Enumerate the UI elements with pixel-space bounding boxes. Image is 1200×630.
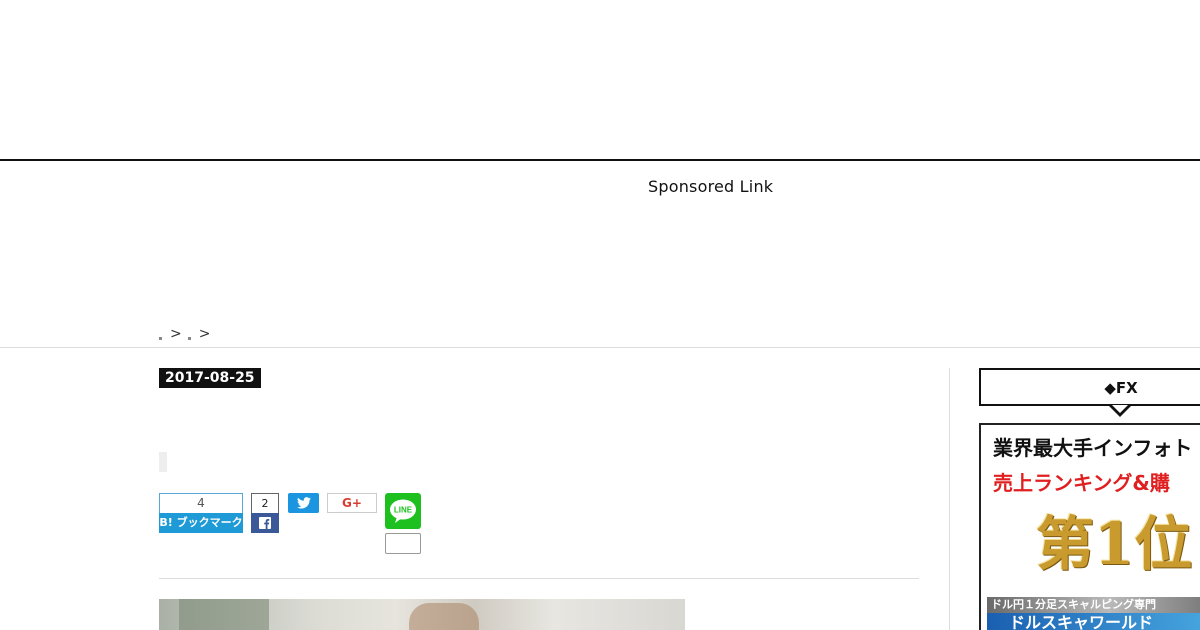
page: Sponsored Link > > 2017-08-25 4 B! ブックマー… xyxy=(0,0,1200,630)
line-icon: LINE xyxy=(390,499,416,523)
content-divider xyxy=(0,347,1200,348)
article-divider xyxy=(159,578,919,579)
twitter-share-button[interactable] xyxy=(288,493,319,513)
sidebar-widget-title: ◆FX xyxy=(1104,379,1138,397)
sponsored-link-label: Sponsored Link xyxy=(648,177,774,196)
post-date-badge: 2017-08-25 xyxy=(159,368,261,388)
breadcrumb-separator: > xyxy=(198,326,211,342)
twitter-icon xyxy=(296,497,311,509)
breadcrumb-item-home[interactable] xyxy=(159,337,162,340)
ad-product-name: ドルスキャワールド xyxy=(987,613,1200,630)
article-hero-image xyxy=(159,599,685,630)
hatena-bookmark-label: B! ブックマーク xyxy=(159,513,243,533)
hatena-bookmark-count: 4 xyxy=(159,493,243,513)
article-title xyxy=(159,452,167,472)
ad-rank-text: 第1位 xyxy=(1036,510,1193,578)
sidebar-widget-heading: ◆FX xyxy=(979,368,1200,406)
header-divider xyxy=(0,159,1200,161)
breadcrumb-item-category[interactable] xyxy=(187,337,191,340)
sidebar-divider xyxy=(949,368,950,630)
google-plus-share-button[interactable]: G+ xyxy=(327,493,377,513)
facebook-icon xyxy=(259,517,271,529)
ad-subheadline: 売上ランキング&購 xyxy=(993,471,1170,495)
breadcrumb-separator: > xyxy=(170,326,182,342)
facebook-share-count: 2 xyxy=(251,493,279,513)
ad-strip-text: ドル円１分足スキャルピング専門 xyxy=(987,597,1200,613)
line-label: LINE xyxy=(394,506,413,515)
line-share-count xyxy=(385,533,421,554)
facebook-share-button[interactable]: 2 xyxy=(251,493,279,533)
breadcrumb: > > xyxy=(159,326,216,342)
header-area xyxy=(0,0,1200,159)
hatena-bookmark-button[interactable]: 4 B! ブックマーク xyxy=(159,493,243,533)
line-share-button[interactable]: LINE xyxy=(385,493,421,529)
sidebar-ad-banner[interactable]: 業界最大手インフォト 売上ランキング&購 第1位 ドル円１分足スキャルピング専門… xyxy=(979,423,1200,630)
ad-headline: 業界最大手インフォト xyxy=(993,436,1193,460)
